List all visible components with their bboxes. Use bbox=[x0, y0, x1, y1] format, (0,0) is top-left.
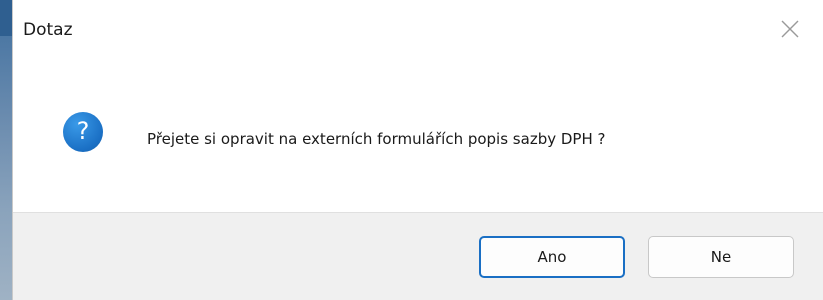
close-button[interactable] bbox=[777, 16, 803, 42]
no-button[interactable]: Ne bbox=[648, 236, 794, 278]
question-dialog: Dotaz ? Přejete si opravit na externích … bbox=[12, 0, 823, 300]
yes-button[interactable]: Ano bbox=[479, 236, 625, 278]
dialog-titlebar: Dotaz bbox=[13, 0, 823, 68]
dialog-content: ? Přejete si opravit na externích formul… bbox=[13, 68, 823, 212]
dialog-footer: Ano Ne bbox=[13, 212, 823, 300]
close-icon bbox=[781, 20, 799, 38]
question-icon: ? bbox=[63, 112, 103, 152]
background-window-titlebar-edge bbox=[0, 0, 12, 36]
background-window-edge bbox=[0, 0, 12, 300]
dialog-message: Přejete si opravit na externích formulář… bbox=[147, 130, 606, 148]
dialog-title: Dotaz bbox=[23, 20, 73, 40]
